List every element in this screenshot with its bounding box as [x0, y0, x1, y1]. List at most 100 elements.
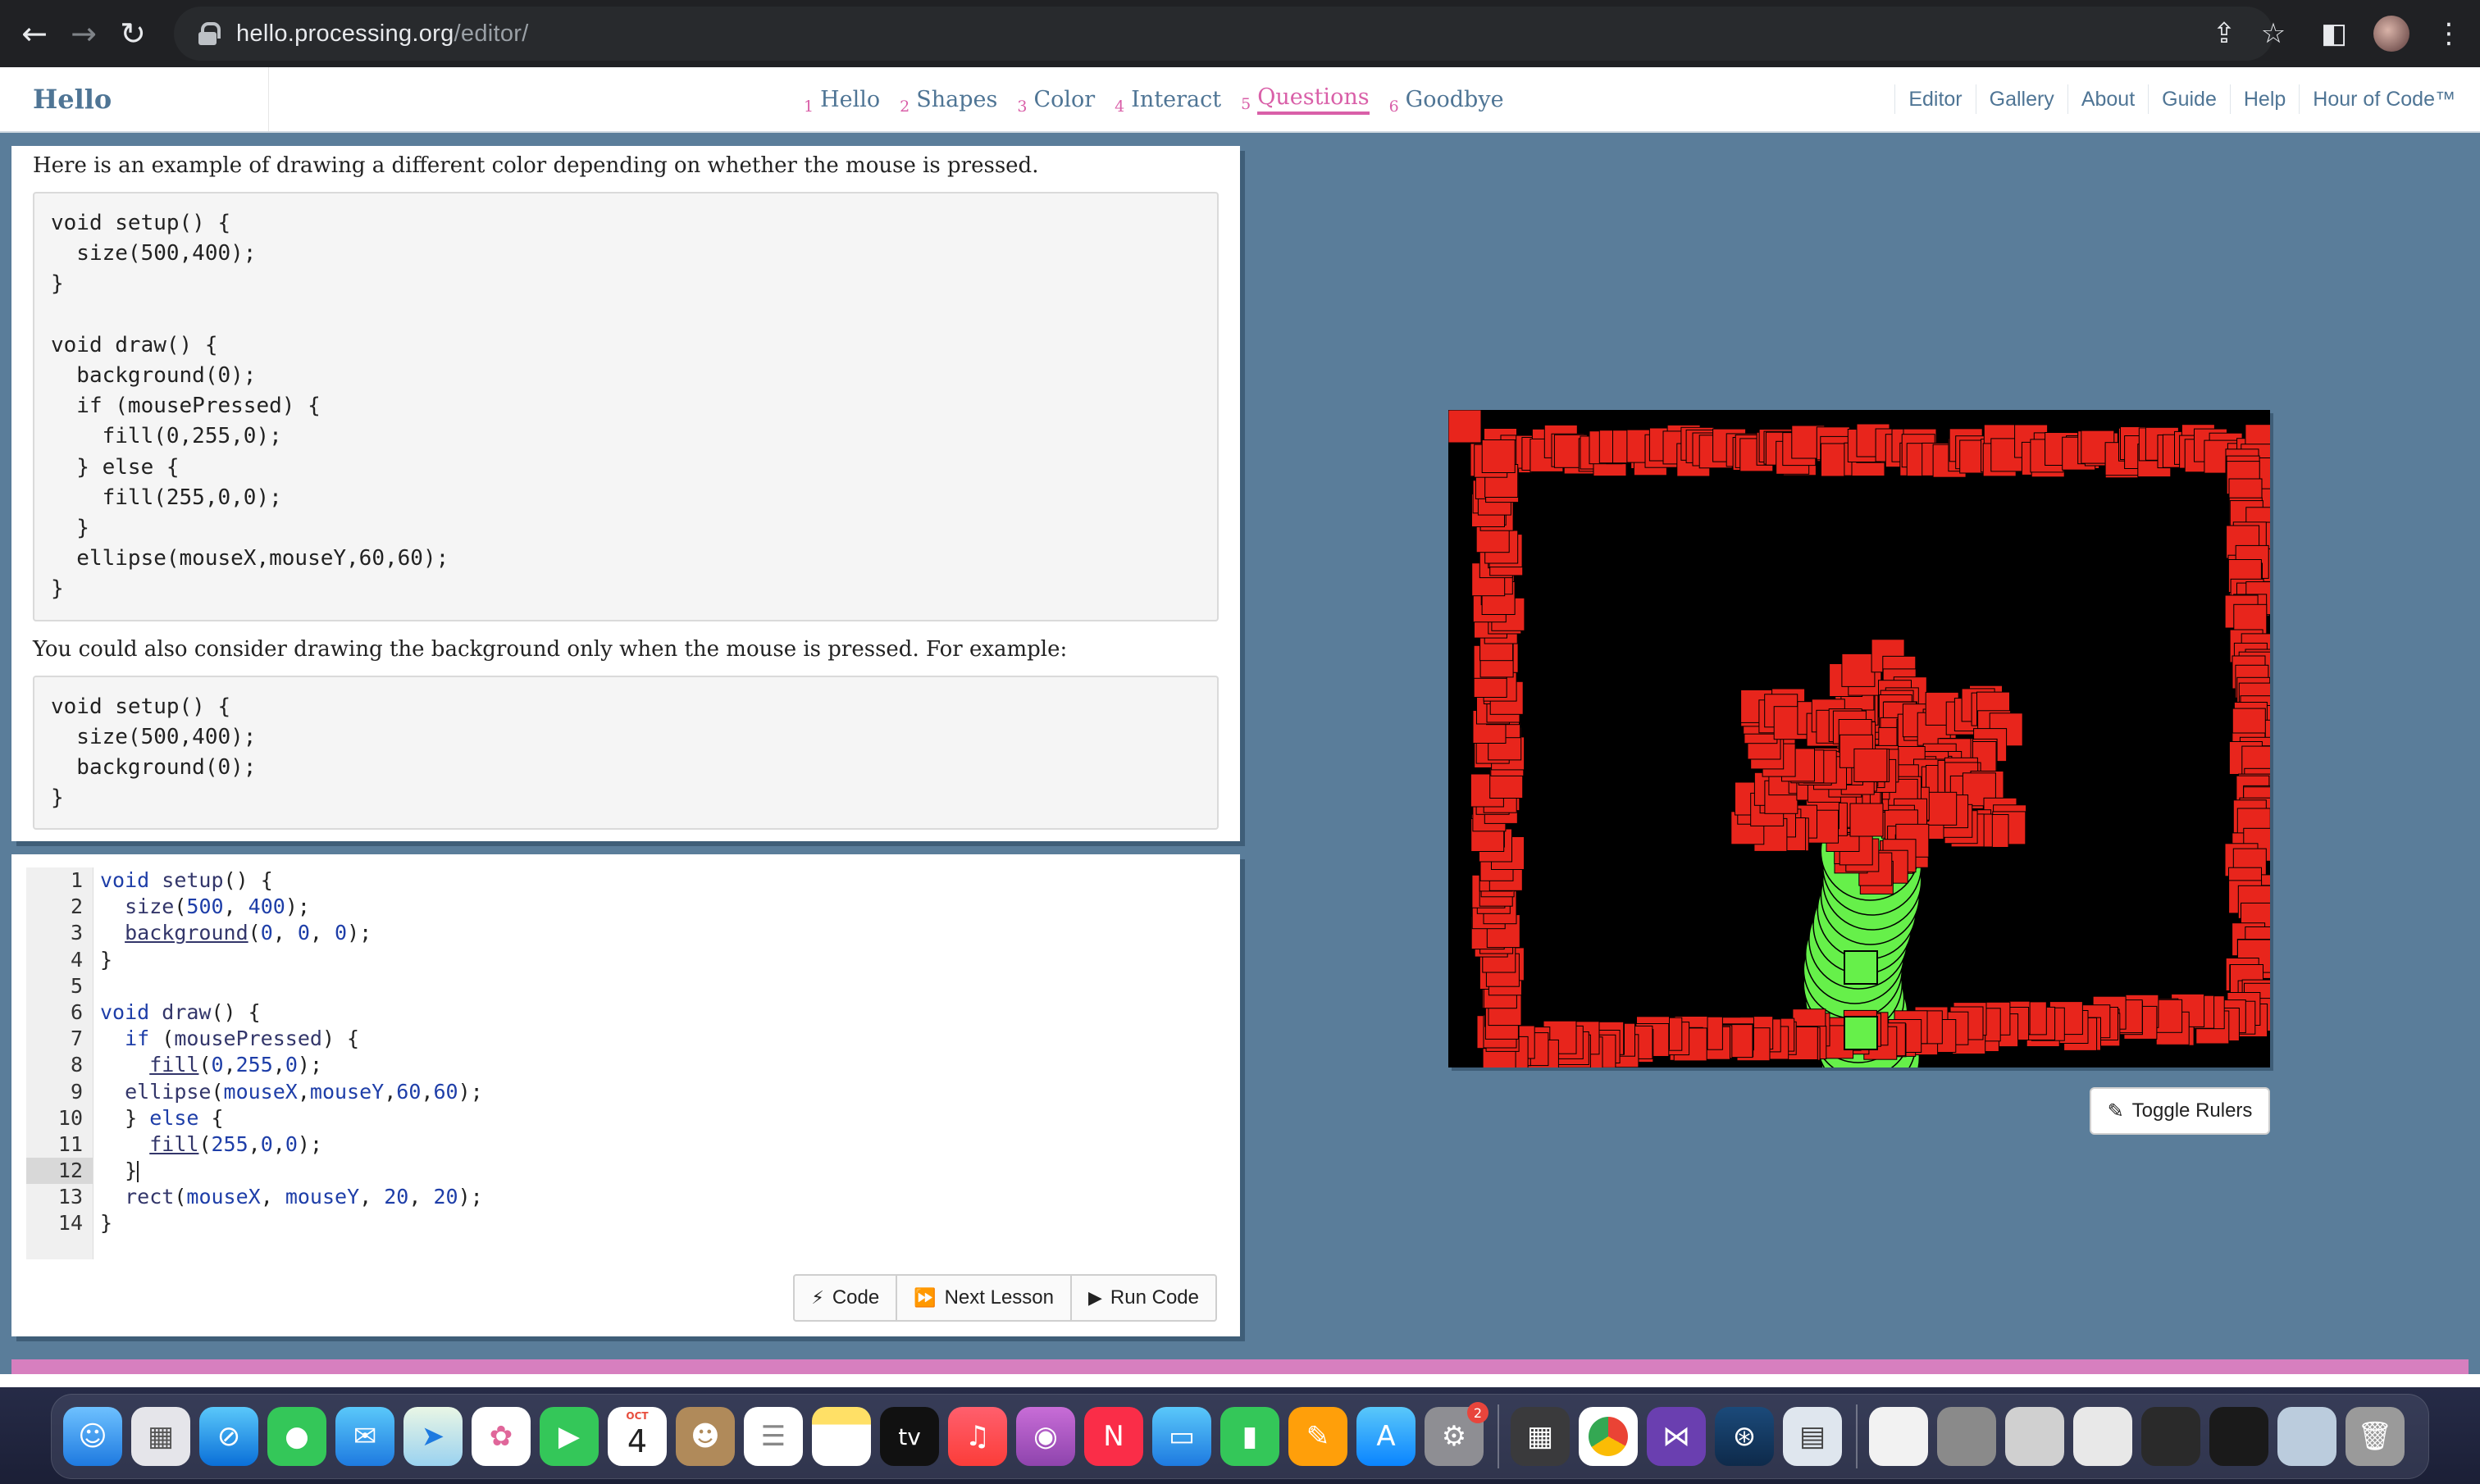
code-editor[interactable]: 1 2 3 4 5 6 7 8 9 10 11 12 13 14 void setup() { size(…: [26, 867, 1227, 1259]
numbers-icon[interactable]: ▮: [1220, 1407, 1279, 1466]
lesson-link-color[interactable]: 3 Color: [1017, 87, 1095, 116]
calendar-day: 4: [627, 1423, 648, 1459]
instructions-panel[interactable]: Here is an example of drawing a differen…: [11, 146, 1240, 841]
profile-avatar[interactable]: [2373, 16, 2409, 52]
calculator-icon[interactable]: ▦: [1511, 1407, 1570, 1466]
facetime-icon[interactable]: ▶: [540, 1407, 599, 1466]
run-code-label: Run Code: [1110, 1286, 1199, 1309]
safari-icon[interactable]: ⊘: [199, 1407, 258, 1466]
line-number: 14: [57, 1211, 83, 1236]
notification-badge: 2: [1467, 1402, 1488, 1423]
sketch-rect: [1849, 803, 1884, 837]
lesson-link-shapes[interactable]: 2 Shapes: [900, 87, 997, 116]
launchpad-icon[interactable]: ▦: [131, 1407, 190, 1466]
lesson-link-goodbye[interactable]: 6 Goodbye: [1389, 87, 1504, 116]
code-line-current: }: [100, 1159, 139, 1183]
app-store-icon[interactable]: A: [1356, 1407, 1416, 1466]
forward-arrow-icon[interactable]: →: [59, 9, 108, 58]
next-lesson-button[interactable]: ⏩ Next Lesson: [897, 1276, 1072, 1320]
lesson-link-hello[interactable]: 1 Hello: [804, 87, 880, 116]
preview-icon[interactable]: ▤: [1783, 1407, 1842, 1466]
dock-separator: [1856, 1404, 1858, 1468]
site-header: Hello Processing! 1 Hello 2 Shapes 3 Color …: [0, 67, 2480, 179]
code-line: ellipse(mouseX,mouseY,60,60);: [125, 1079, 483, 1104]
calendar-icon[interactable]: OCT 4: [608, 1407, 667, 1466]
lesson-nav: 1 Hello 2 Shapes 3 Color 4 Interact 5 Questio…: [804, 67, 1524, 131]
lightning-icon: ⚡: [811, 1287, 824, 1309]
url-path: /editor/: [454, 20, 529, 47]
lesson-label: Questions: [1257, 84, 1370, 115]
photos-icon[interactable]: ✿: [472, 1407, 531, 1466]
editor-button-group: ⚡ Code ⏩ Next Lesson ▶ Run Code: [793, 1274, 1217, 1322]
line-number: 9: [70, 1079, 83, 1104]
code-line: rect(mouseX, mouseY, 20, 20);: [125, 1185, 483, 1209]
news-icon[interactable]: N: [1084, 1407, 1143, 1466]
file-stack-icon[interactable]: [2073, 1407, 2132, 1466]
nav-hour-of-code[interactable]: Hour of Code™: [2299, 84, 2469, 114]
messages-icon[interactable]: ●: [267, 1407, 326, 1466]
reminders-icon[interactable]: ☰: [744, 1407, 803, 1466]
window-thumbnail-icon[interactable]: [2277, 1407, 2336, 1466]
bookmark-star-icon[interactable]: ☆: [2249, 9, 2298, 58]
system-settings-icon[interactable]: ⚙ 2: [1425, 1402, 1488, 1466]
contacts-icon[interactable]: ☻: [676, 1407, 735, 1466]
code-lines[interactable]: void setup() { size(500, 400); backgroun…: [100, 867, 483, 1237]
line-number: 5: [70, 973, 83, 998]
pages-icon[interactable]: ✎: [1288, 1407, 1347, 1466]
sketch-rect: [1481, 439, 1516, 473]
code-line: fill(255,0,0);: [149, 1131, 323, 1156]
maps-icon[interactable]: ➤: [403, 1407, 463, 1466]
share-icon[interactable]: ⇪: [2200, 9, 2249, 58]
nav-guide[interactable]: Guide: [2148, 84, 2230, 114]
finder-icon[interactable]: ☺: [63, 1407, 122, 1466]
podcasts-icon[interactable]: ◉: [1016, 1407, 1075, 1466]
code-sample: void setup() { size(500,400); } void dra…: [33, 192, 1219, 621]
nav-help[interactable]: Help: [2229, 84, 2299, 114]
play-icon: ▶: [1088, 1287, 1102, 1309]
next-lesson-label: Next Lesson: [944, 1286, 1054, 1309]
steam-icon[interactable]: ⊛: [1715, 1407, 1774, 1466]
lesson-number: 5: [1241, 94, 1251, 113]
window-thumbnail-icon[interactable]: [2209, 1407, 2268, 1466]
page-bottom: [0, 1374, 2480, 1387]
trash-icon[interactable]: 🗑: [2346, 1407, 2405, 1466]
downloads-stack-icon[interactable]: [1937, 1407, 1996, 1466]
site-nav: Editor Gallery About Guide Help Hour of …: [1894, 67, 2469, 131]
address-bar[interactable]: hello.processing.org/editor/: [174, 7, 2273, 61]
nav-about[interactable]: About: [2067, 84, 2148, 114]
visual-studio-icon[interactable]: ⋈: [1647, 1407, 1706, 1466]
url-text: hello.processing.org/editor/: [236, 20, 529, 48]
more-menu-icon[interactable]: ⋮: [2424, 9, 2473, 58]
nav-gallery[interactable]: Gallery: [1975, 84, 2067, 114]
keynote-icon[interactable]: ▭: [1152, 1407, 1211, 1466]
back-arrow-icon[interactable]: ←: [10, 9, 59, 58]
lesson-link-interact[interactable]: 4 Interact: [1115, 86, 1222, 116]
code-line: background(0, 0, 0);: [125, 921, 372, 945]
line-number: 13: [57, 1185, 83, 1209]
chrome-logo: [1589, 1417, 1628, 1456]
document-stack-icon[interactable]: [1869, 1407, 1928, 1466]
toggle-rulers-button[interactable]: ✎ Toggle Rulers: [2090, 1087, 2270, 1135]
line-number: 2: [70, 894, 83, 919]
sketch-canvas[interactable]: [1448, 410, 2270, 1067]
music-icon[interactable]: ♫: [948, 1407, 1007, 1466]
mail-icon[interactable]: ✉: [335, 1407, 394, 1466]
chrome-icon[interactable]: [1579, 1407, 1638, 1466]
reload-icon[interactable]: ↻: [108, 9, 157, 58]
code-line: void draw() {: [100, 999, 261, 1024]
notes-icon[interactable]: [812, 1407, 871, 1466]
apple-tv-icon[interactable]: tv: [880, 1407, 939, 1466]
lesson-link-questions[interactable]: 5 Questions: [1241, 84, 1370, 115]
code-line: fill(0,255,0);: [149, 1053, 323, 1077]
run-code-button[interactable]: ▶ Run Code: [1072, 1276, 1215, 1320]
window-thumbnail-icon[interactable]: [2141, 1407, 2200, 1466]
calendar-month: OCT: [626, 1410, 649, 1422]
screenshot-stack-icon[interactable]: [2005, 1407, 2064, 1466]
side-panel-icon[interactable]: ◧: [2309, 9, 2359, 58]
lock-icon[interactable]: [198, 22, 221, 45]
site-title[interactable]: Hello Processing!: [18, 67, 269, 179]
code-button[interactable]: ⚡ Code: [795, 1276, 898, 1320]
sketch-rect: [1853, 748, 1888, 782]
nav-editor[interactable]: Editor: [1894, 84, 1975, 114]
lesson-label: Interact: [1131, 86, 1222, 112]
